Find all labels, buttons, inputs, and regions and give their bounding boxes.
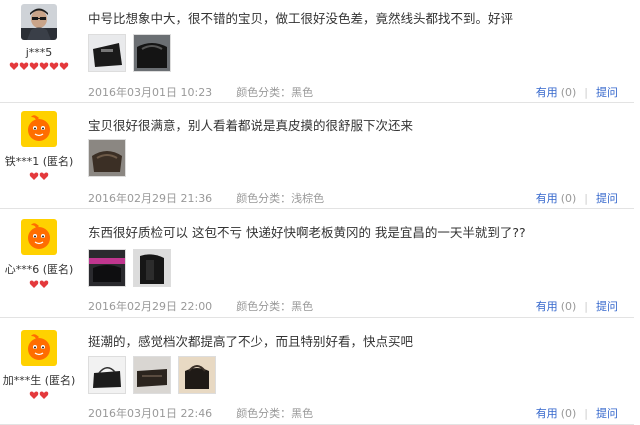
heart-icon (39, 62, 49, 70)
heart-icon (39, 172, 49, 180)
review-item: 铁***1 (匿名) 宝贝很好很满意，别人看着都说是真皮摸的很舒服下次还来 20… (0, 103, 634, 209)
heart-icon (39, 280, 49, 288)
useful-link[interactable]: 有用 (536, 407, 558, 420)
review-date: 2016年02月29日 21:36 (88, 192, 213, 205)
review-photo[interactable] (178, 356, 216, 394)
username: 加***生 (匿名) (2, 374, 76, 387)
review-actions: 有用 (0) | 提问 (536, 190, 618, 206)
ask-link[interactable]: 提问 (596, 407, 618, 420)
variant-info: 颜色分类：浅棕色 (236, 192, 325, 205)
default-avatar-icon (21, 330, 57, 366)
useful-link[interactable]: 有用 (536, 300, 558, 313)
review-item: 加***生 (匿名) 挺潮的，感觉档次都提高了不少，而且特别好看，快点买吧 20… (0, 318, 634, 425)
review-photo[interactable] (88, 34, 126, 72)
reviewer-info: 铁***1 (匿名) (0, 111, 78, 181)
review-photo[interactable] (88, 356, 126, 394)
divider: | (584, 407, 588, 420)
ask-link[interactable]: 提问 (596, 300, 618, 313)
review-text: 宝贝很好很满意，别人看着都说是真皮摸的很舒服下次还来 (88, 118, 414, 133)
heart-icon (29, 62, 39, 70)
review-photo[interactable] (133, 356, 171, 394)
variant-info: 颜色分类：黑色 (236, 407, 314, 420)
review-text: 东西很好质检可以 这包不亏 快递好快啊老板黄冈的 我是宜昌的一天半就到了?? (88, 225, 526, 240)
reputation-badge (0, 171, 78, 181)
review-actions: 有用 (0) | 提问 (536, 298, 618, 314)
username: 心***6 (匿名) (4, 263, 74, 276)
user-avatar[interactable] (21, 4, 57, 40)
review-actions: 有用 (0) | 提问 (536, 405, 618, 421)
review-date: 2016年03月01日 22:46 (88, 407, 213, 420)
review-meta: 2016年02月29日 22:00 颜色分类：黑色 (88, 298, 313, 314)
review-text: 挺潮的，感觉档次都提高了不少，而且特别好看，快点买吧 (88, 334, 414, 349)
ask-link[interactable]: 提问 (596, 192, 618, 205)
review-photos (88, 249, 171, 287)
review-photos (88, 356, 216, 394)
variant-info: 颜色分类：黑色 (236, 86, 314, 99)
reviewer-info: 心***6 (匿名) (0, 219, 78, 289)
useful-link[interactable]: 有用 (536, 192, 558, 205)
review-photos (88, 34, 171, 72)
reviewer-info: j***5 (0, 4, 78, 71)
review-meta: 2016年02月29日 21:36 颜色分类：浅棕色 (88, 190, 324, 206)
review-item: j***5 中号比想象中大，很不错的宝贝，做工很好没色差，竟然线头都找不到。好评… (0, 0, 634, 103)
heart-icon (59, 62, 69, 70)
reputation-badge (0, 279, 78, 289)
divider: | (584, 86, 588, 99)
username: 铁***1 (匿名) (4, 155, 74, 168)
user-avatar[interactable] (21, 330, 57, 366)
variant-info: 颜色分类：黑色 (236, 300, 314, 313)
user-avatar[interactable] (21, 219, 57, 255)
review-photo[interactable] (88, 249, 126, 287)
heart-icon (39, 391, 49, 399)
review-photos (88, 139, 126, 177)
default-avatar-icon (21, 111, 57, 147)
review-date: 2016年03月01日 10:23 (88, 86, 213, 99)
review-photo[interactable] (133, 249, 171, 287)
useful-link[interactable]: 有用 (536, 86, 558, 99)
useful-count: (0) (560, 407, 577, 420)
heart-icon (29, 280, 39, 288)
heart-icon (29, 391, 39, 399)
reputation-badge (0, 390, 78, 400)
heart-icon (9, 62, 19, 70)
review-text: 中号比想象中大，很不错的宝贝，做工很好没色差，竟然线头都找不到。好评 (88, 11, 514, 26)
review-actions: 有用 (0) | 提问 (536, 84, 618, 100)
ask-link[interactable]: 提问 (596, 86, 618, 99)
user-avatar[interactable] (21, 111, 57, 147)
heart-icon (19, 62, 29, 70)
reputation-badge (0, 61, 78, 71)
reviewer-info: 加***生 (匿名) (0, 330, 78, 400)
divider: | (584, 300, 588, 313)
useful-count: (0) (560, 86, 577, 99)
review-item: 心***6 (匿名) 东西很好质检可以 这包不亏 快递好快啊老板黄冈的 我是宜昌… (0, 209, 634, 318)
review-meta: 2016年03月01日 22:46 颜色分类：黑色 (88, 405, 313, 421)
useful-count: (0) (560, 300, 577, 313)
heart-icon (29, 172, 39, 180)
review-meta: 2016年03月01日 10:23 颜色分类：黑色 (88, 84, 313, 100)
review-photo[interactable] (133, 34, 171, 72)
heart-icon (49, 62, 59, 70)
review-date: 2016年02月29日 22:00 (88, 300, 213, 313)
useful-count: (0) (560, 192, 577, 205)
divider: | (584, 192, 588, 205)
review-photo[interactable] (88, 139, 126, 177)
default-avatar-icon (21, 219, 57, 255)
username: j***5 (25, 46, 53, 59)
